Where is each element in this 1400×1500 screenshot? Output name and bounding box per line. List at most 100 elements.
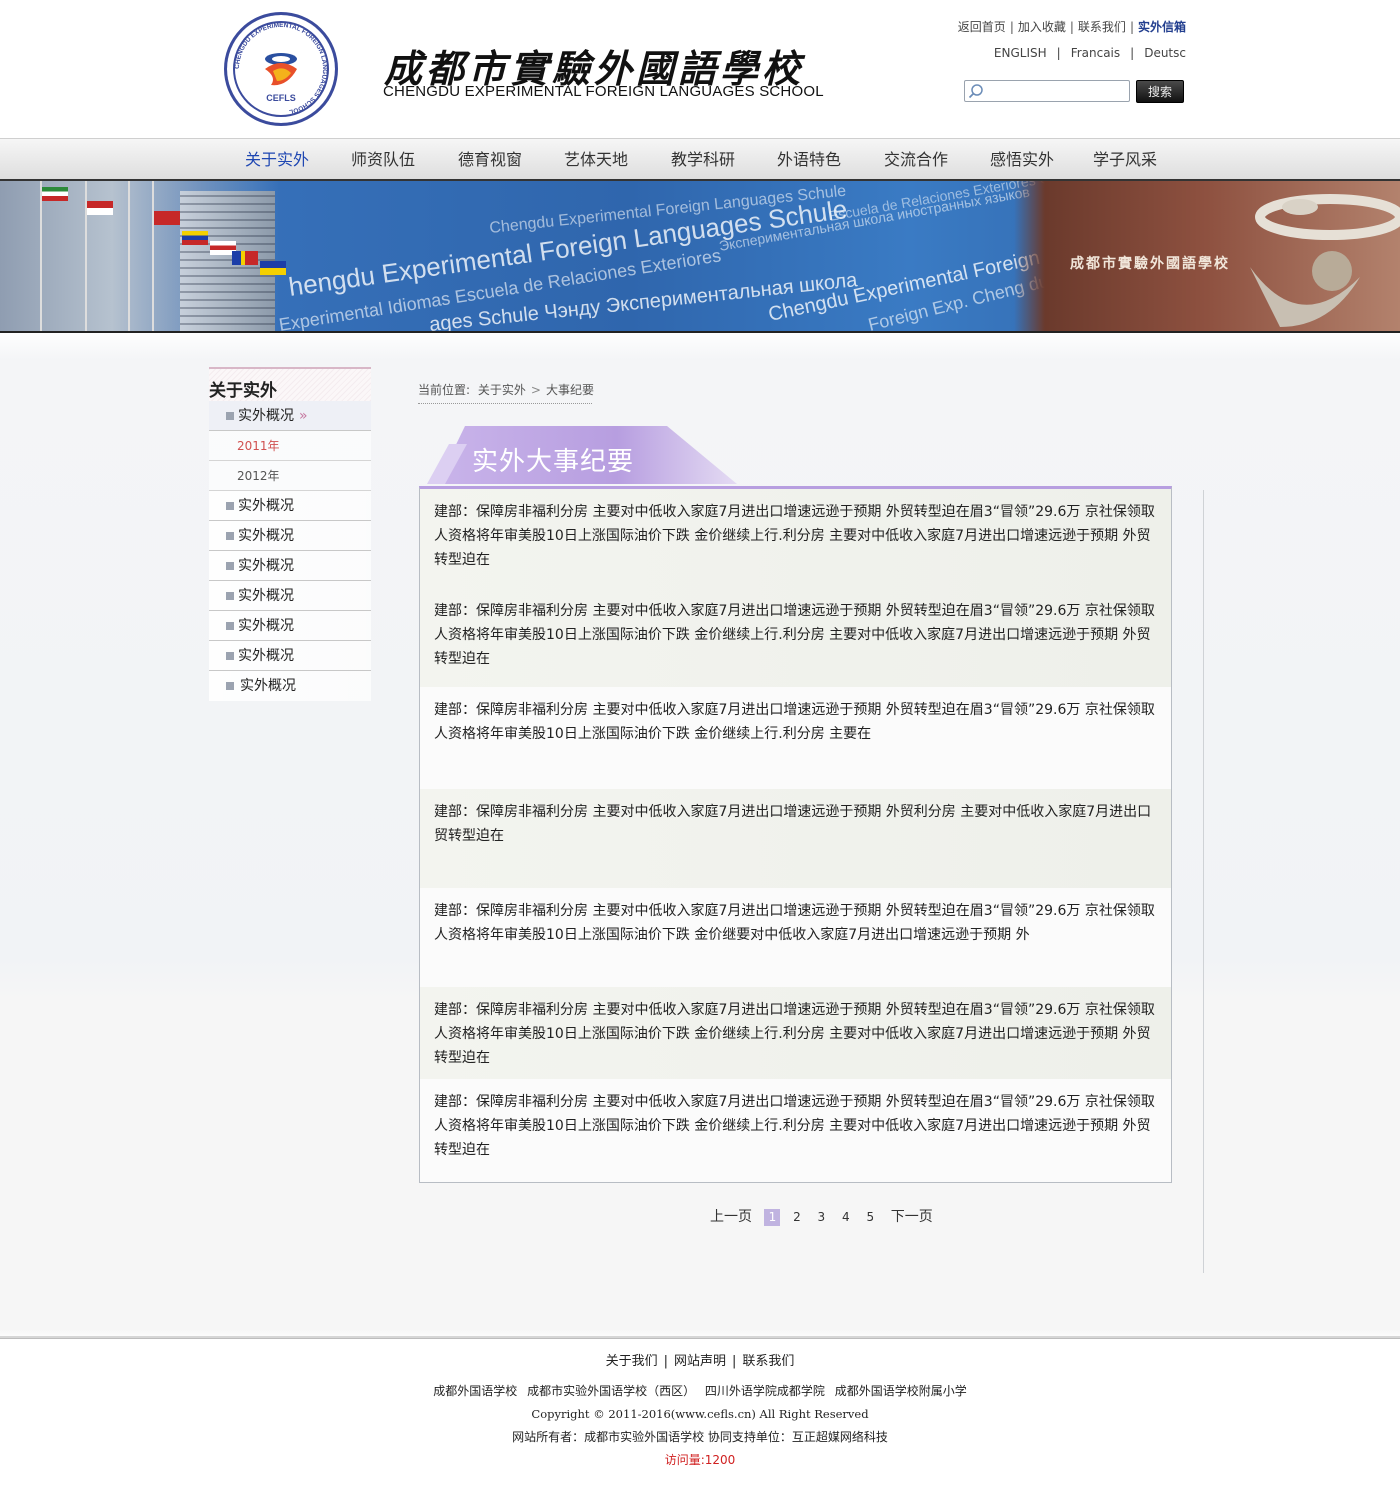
list-item[interactable]: 建部：保障房非福利分房 主要对中低收入家庭7月进出口增速远逊于预期 外贸利分房 … <box>420 789 1171 888</box>
footer-owner: 网站所有者：成都市实验外国语学校 协同支持单位：互正超媒网络科技 <box>512 1430 888 1444</box>
chevron-right-icon: » <box>299 408 308 424</box>
sidebar-item-label: 实外概况 <box>238 618 294 634</box>
page-link[interactable]: 4 <box>838 1209 854 1226</box>
sidebar-item[interactable]: 实外概况 <box>209 671 371 701</box>
footer-links: 关于我们 | 网站声明 | 联系我们 <box>0 1350 1400 1374</box>
sidebar-item-label: 实外概况 <box>238 558 294 574</box>
sidebar-item[interactable]: 实外概况 <box>209 641 371 671</box>
flag-icon <box>87 201 113 215</box>
sidebar-item-label: 实外概况 <box>238 648 294 664</box>
list-item[interactable]: 建部：保障房非福利分房 主要对中低收入家庭7月进出口增速远逊于预期 外贸转型迫在… <box>420 888 1171 987</box>
sidebar-menu: 实外概况 » 2011年 2012年 实外概况 实外概况 实外概况 实外概况 实… <box>209 401 371 701</box>
bullet-icon <box>226 502 234 510</box>
bullet-icon <box>226 562 234 570</box>
sidebar-item-current[interactable]: 实外概况 » <box>209 401 371 431</box>
next-page-link[interactable]: 下一页 <box>891 1209 933 1225</box>
lang-german[interactable]: Deutsc <box>1144 46 1186 60</box>
list-item[interactable]: 建部：保障房非福利分房 主要对中低收入家庭7月进出口增速远逊于预期 外贸转型迫在… <box>420 1079 1171 1178</box>
list-item[interactable]: 建部：保障房非福利分房 主要对中低收入家庭7月进出口增速远逊于预期 外贸转型迫在… <box>420 489 1171 588</box>
list-item[interactable]: 建部：保障房非福利分房 主要对中低收入家庭7月进出口增速远逊于预期 外贸转型迫在… <box>420 588 1171 687</box>
page-link[interactable]: 5 <box>862 1209 878 1226</box>
footer-school-link[interactable]: 成都市实验外国语学校（西区） <box>527 1384 695 1398</box>
sidebar-item-label: 实外概况 <box>238 528 294 544</box>
nav-item-exchange[interactable]: 交流合作 <box>884 139 948 180</box>
lang-french[interactable]: Francais <box>1071 46 1120 60</box>
bullet-icon <box>226 682 234 690</box>
divider: | <box>1009 20 1014 34</box>
sidebar-item[interactable]: 实外概况 <box>209 551 371 581</box>
search-icon <box>968 84 983 99</box>
sidebar-item[interactable]: 实外概况 <box>209 581 371 611</box>
footer-divider <box>0 1336 1400 1339</box>
event-list: 建部：保障房非福利分房 主要对中低收入家庭7月进出口增速远逊于预期 外贸转型迫在… <box>419 486 1172 1183</box>
site-footer: 关于我们 | 网站声明 | 联系我们 成都外国语学校 成都市实验外国语学校（西区） 四川… <box>0 1350 1400 1472</box>
sidebar-item-label: 实外概况 <box>240 678 296 694</box>
nav-item-arts-sports[interactable]: 艺体天地 <box>564 139 628 180</box>
bullet-icon <box>226 412 234 420</box>
divider <box>1203 490 1204 1273</box>
visit-counter: 访问量:1200 <box>664 1453 736 1467</box>
bullet-icon <box>226 622 234 630</box>
divider: | <box>663 1354 668 1369</box>
search-box <box>964 80 1130 102</box>
search-button[interactable]: 搜索 <box>1136 80 1184 103</box>
logo-abbr: CEFLS <box>266 93 296 103</box>
chevron-right-icon: > <box>530 383 541 397</box>
nav-item-reflections[interactable]: 感悟实外 <box>990 139 1054 180</box>
sidebar-item[interactable]: 实外概况 <box>209 611 371 641</box>
divider: | <box>1056 46 1061 60</box>
flag-icon <box>42 187 68 201</box>
nav-item-language-features[interactable]: 外语特色 <box>777 139 841 180</box>
top-link-mailbox[interactable]: 实外信箱 <box>1138 20 1186 34</box>
breadcrumb-current: 大事纪要 <box>545 383 594 397</box>
pagination: 上一页 1 2 3 4 5 下一页 <box>704 1206 939 1226</box>
sculpture-icon <box>1250 194 1400 327</box>
site-header: CHENGDU EXPERIMENTAL FOREIGN LANGUAGES S… <box>0 0 1400 138</box>
sidebar-item[interactable]: 实外概况 <box>209 491 371 521</box>
page-link[interactable]: 3 <box>813 1209 829 1226</box>
divider: | <box>1130 46 1135 60</box>
breadcrumb-link-about[interactable]: 关于实外 <box>478 383 526 397</box>
footer-schools: 成都外国语学校 成都市实验外国语学校（西区） 四川外语学院成都学院 成都外国语学… <box>0 1380 1400 1403</box>
divider: | <box>1069 20 1074 34</box>
sidebar-item-label: 实外概况 <box>238 498 294 514</box>
top-link-favorite[interactable]: 加入收藏 <box>1018 20 1066 34</box>
flag-pole <box>152 181 154 331</box>
footer-school-link[interactable]: 成都外国语学校 <box>433 1384 517 1398</box>
nav-item-about[interactable]: 关于实外 <box>245 139 309 180</box>
bullet-icon <box>226 592 234 600</box>
top-link-home[interactable]: 返回首页 <box>958 20 1006 34</box>
flag-icon <box>182 231 208 245</box>
sidebar-item-label: 实外概况 <box>238 408 294 424</box>
nav-item-teaching-research[interactable]: 教学科研 <box>671 139 735 180</box>
nav-item-teachers[interactable]: 师资队伍 <box>351 139 415 180</box>
hero-banner: Chengdu Experimental Foreign Languages S… <box>0 181 1400 333</box>
main-nav: 关于实外 师资队伍 德育视窗 艺体天地 教学科研 外语特色 交流合作 感悟实外 … <box>0 138 1400 181</box>
banner-multilingual-text: Chengdu Experimental Foreign Languages S… <box>277 181 1050 331</box>
footer-link-statement[interactable]: 网站声明 <box>674 1354 726 1369</box>
sidebar-subitem-2011[interactable]: 2011年 <box>209 431 371 461</box>
nav-item-moral-education[interactable]: 德育视窗 <box>458 139 522 180</box>
footer-link-about[interactable]: 关于我们 <box>606 1354 658 1369</box>
prev-page-link[interactable]: 上一页 <box>710 1209 752 1225</box>
section-title: 实外大事纪要 <box>472 447 635 477</box>
list-item[interactable]: 建部：保障房非福利分房 主要对中低收入家庭7月进出口增速远逊于预期 外贸转型迫在… <box>420 987 1171 1086</box>
list-item[interactable]: 建部：保障房非福利分房 主要对中低收入家庭7月进出口增速远逊于预期 外贸转型迫在… <box>420 687 1171 786</box>
footer-link-contact[interactable]: 联系我们 <box>742 1354 794 1369</box>
sidebar-item[interactable]: 实外概况 <box>209 521 371 551</box>
footer-school-link[interactable]: 四川外语学院成都学院 <box>705 1384 825 1398</box>
top-link-contact[interactable]: 联系我们 <box>1078 20 1126 34</box>
flag-pole <box>128 181 130 331</box>
lang-english[interactable]: ENGLISH <box>994 46 1047 60</box>
breadcrumb-prefix: 当前位置: <box>418 383 471 397</box>
flag-pole <box>40 181 42 331</box>
nav-item-students[interactable]: 学子风采 <box>1093 139 1157 180</box>
page-link-current[interactable]: 1 <box>764 1209 781 1226</box>
sidebar-subitem-2012[interactable]: 2012年 <box>209 461 371 491</box>
page-link[interactable]: 2 <box>789 1209 805 1226</box>
school-logo[interactable]: CHENGDU EXPERIMENTAL FOREIGN LANGUAGES S… <box>224 12 338 126</box>
banner-gate-sign: 成都市實驗外國語學校 <box>1070 256 1230 272</box>
footer-school-link[interactable]: 成都外国语学校附属小学 <box>835 1384 967 1398</box>
search-input[interactable] <box>987 82 1127 100</box>
breadcrumb: 当前位置: 关于实外 > 大事纪要 <box>418 380 594 404</box>
